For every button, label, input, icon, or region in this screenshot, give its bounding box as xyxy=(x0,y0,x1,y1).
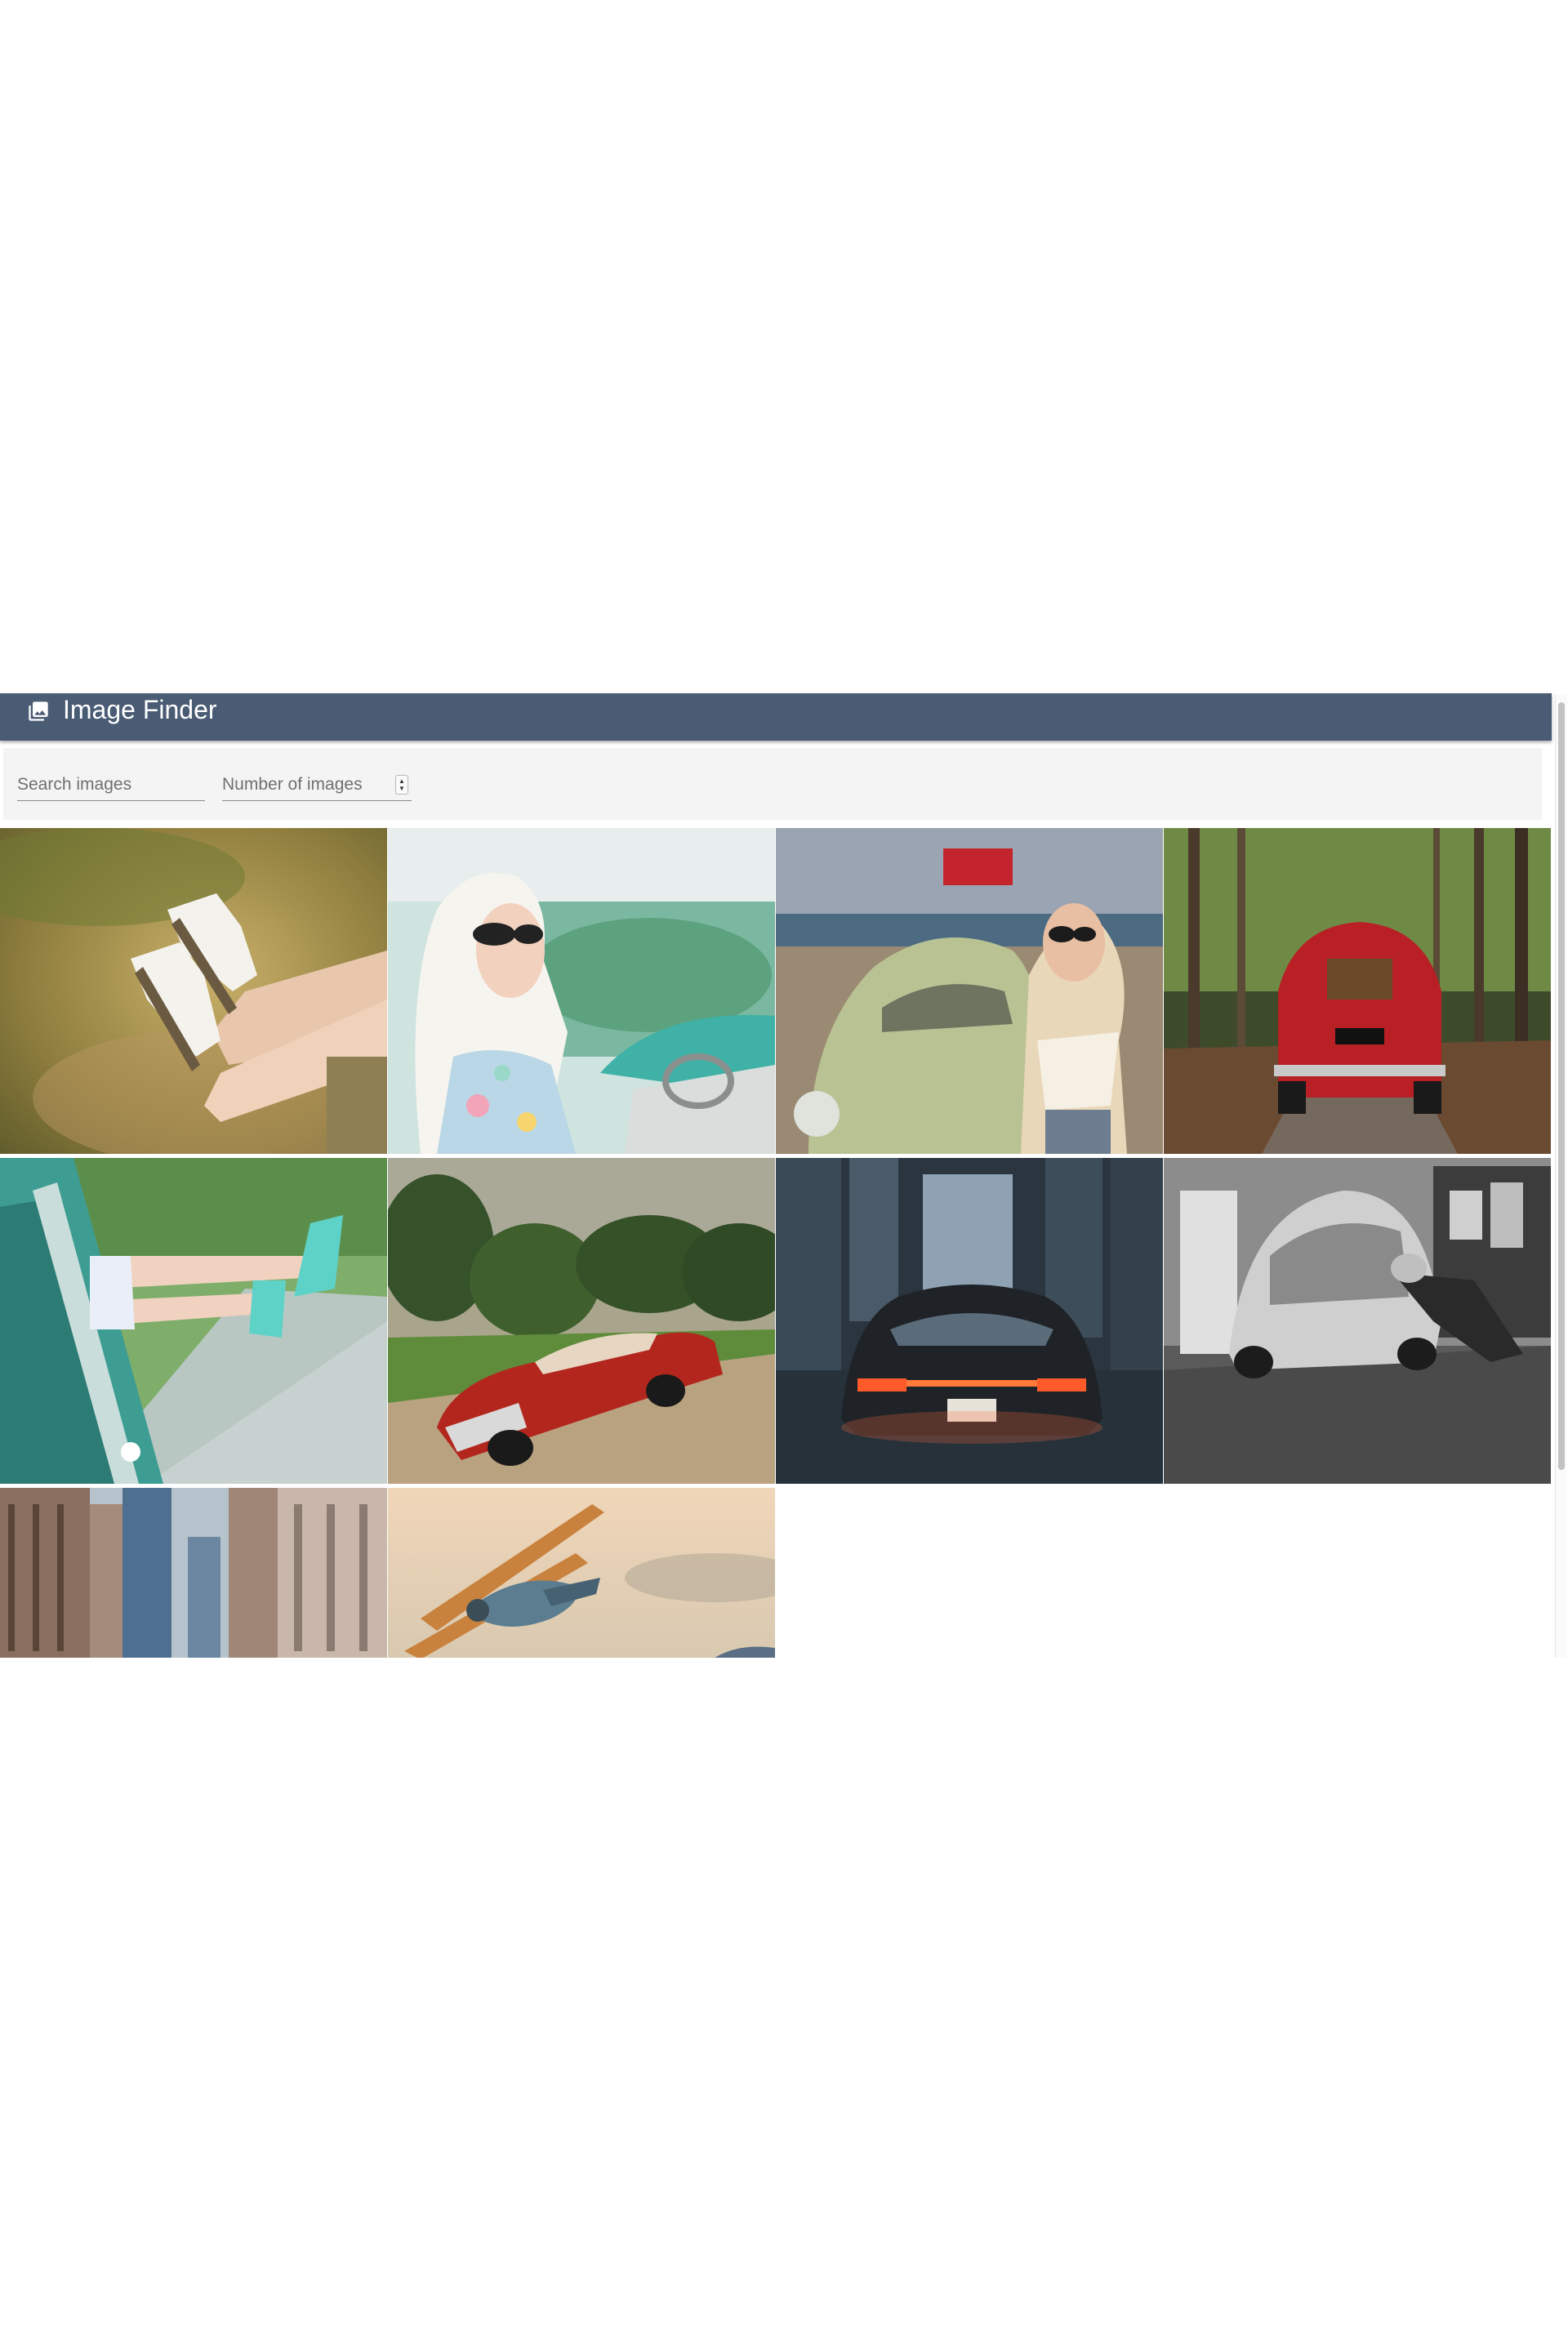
search-input[interactable] xyxy=(17,769,205,800)
scrollbar-thumb[interactable] xyxy=(1558,702,1565,1470)
number-of-images-field: ▲ ▼ xyxy=(222,769,412,801)
image-tile-red-convertible[interactable] xyxy=(388,1158,775,1484)
app-bar: Image Finder xyxy=(0,693,1552,741)
image-tile-legs-with-heels[interactable] xyxy=(0,1158,387,1484)
image-tile-red-fiat[interactable] xyxy=(1164,828,1551,1154)
image-tile-city-buildings[interactable] xyxy=(0,1488,387,1658)
app-title: Image Finder xyxy=(63,695,217,724)
up-down-stepper-icon[interactable]: ▲ ▼ xyxy=(395,775,408,795)
image-tile-woman-with-beetle[interactable] xyxy=(776,828,1163,1154)
photo-library-icon xyxy=(27,700,50,723)
image-tile-porsche-night[interactable] xyxy=(776,1158,1163,1484)
number-of-images-input[interactable] xyxy=(222,769,412,800)
image-tile-woman-in-headscarf[interactable] xyxy=(388,828,775,1154)
image-tile-legs-with-sneakers[interactable] xyxy=(0,828,387,1154)
image-tile-bw-beetle[interactable] xyxy=(1164,1158,1551,1484)
stepper-down-icon[interactable]: ▼ xyxy=(399,785,405,792)
stepper-up-icon[interactable]: ▲ xyxy=(399,777,405,785)
image-grid xyxy=(0,828,1552,1658)
search-toolbar: ▲ ▼ xyxy=(3,748,1542,820)
vertical-scrollbar[interactable] xyxy=(1555,694,1567,1658)
image-finder-app: Image Finder ▲ ▼ xyxy=(0,689,1568,1658)
search-field xyxy=(17,769,205,801)
image-tile-vintage-biplane[interactable] xyxy=(388,1488,775,1658)
